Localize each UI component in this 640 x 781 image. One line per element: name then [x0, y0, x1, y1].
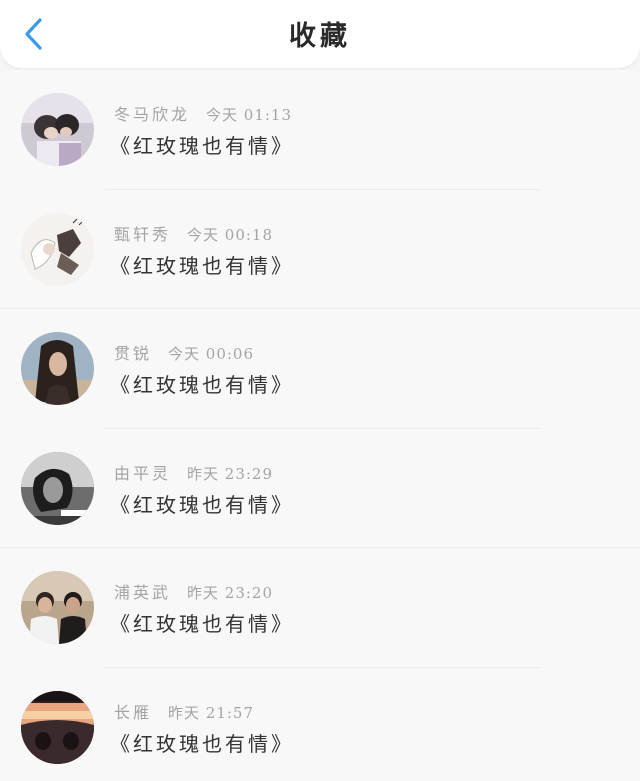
timestamp: 昨天 21:57 [168, 703, 255, 722]
collection-title: 《红玫瑰也有情》 [110, 253, 294, 278]
avatar[interactable] [21, 332, 94, 405]
favorite-item[interactable]: 浦英武 昨天 23:20 《红玫瑰也有情》 [0, 548, 640, 668]
favorite-item[interactable]: 冬马欣龙 今天 01:13 《红玫瑰也有情》 [0, 70, 640, 190]
favorite-item[interactable]: 甄轩秀 今天 00:18 《红玫瑰也有情》 [0, 189, 640, 309]
collection-title: 《红玫瑰也有情》 [110, 134, 294, 158]
user-name: 冬马欣龙 [114, 105, 191, 124]
user-name: 浦英武 [114, 583, 172, 602]
nav-bar: 收藏 [0, 0, 640, 68]
timestamp: 昨天 23:29 [187, 464, 274, 483]
page-title: 收藏 [289, 21, 351, 52]
timestamp: 今天 00:18 [187, 225, 274, 244]
avatar[interactable] [21, 93, 94, 166]
timestamp: 今天 01:13 [206, 106, 293, 124]
user-name: 由平灵 [114, 463, 172, 483]
timestamp: 今天 00:06 [168, 345, 255, 363]
favorite-item[interactable]: 由平灵 昨天 23:29 《红玫瑰也有情》 [0, 428, 640, 548]
collection-title: 《红玫瑰也有情》 [110, 373, 294, 397]
favorite-item[interactable]: 贯锐 今天 00:06 《红玫瑰也有情》 [0, 309, 640, 429]
avatar[interactable] [21, 690, 94, 764]
collection-title: 《红玫瑰也有情》 [110, 612, 294, 636]
favorite-item[interactable]: 长雁 昨天 21:57 《红玫瑰也有情》 [0, 667, 640, 781]
avatar[interactable] [21, 451, 94, 525]
collection-title: 《红玫瑰也有情》 [110, 731, 294, 756]
collection-title: 《红玫瑰也有情》 [110, 492, 294, 517]
timestamp: 昨天 23:20 [187, 584, 274, 602]
user-name: 甄轩秀 [114, 224, 172, 244]
user-name: 贯锐 [114, 344, 153, 363]
user-name: 长雁 [114, 702, 153, 722]
avatar[interactable] [21, 571, 94, 644]
favorites-list: 冬马欣龙今天 01:13 《红玫瑰也有情》 甄轩秀今天 00:18 《红玫瑰 [0, 70, 640, 781]
favorites-screen: 收藏 冬马欣龙 今天 01:13 《红玫瑰也有情》 甄轩秀 今天 00:18 《… [0, 0, 640, 781]
avatar[interactable] [21, 212, 94, 286]
